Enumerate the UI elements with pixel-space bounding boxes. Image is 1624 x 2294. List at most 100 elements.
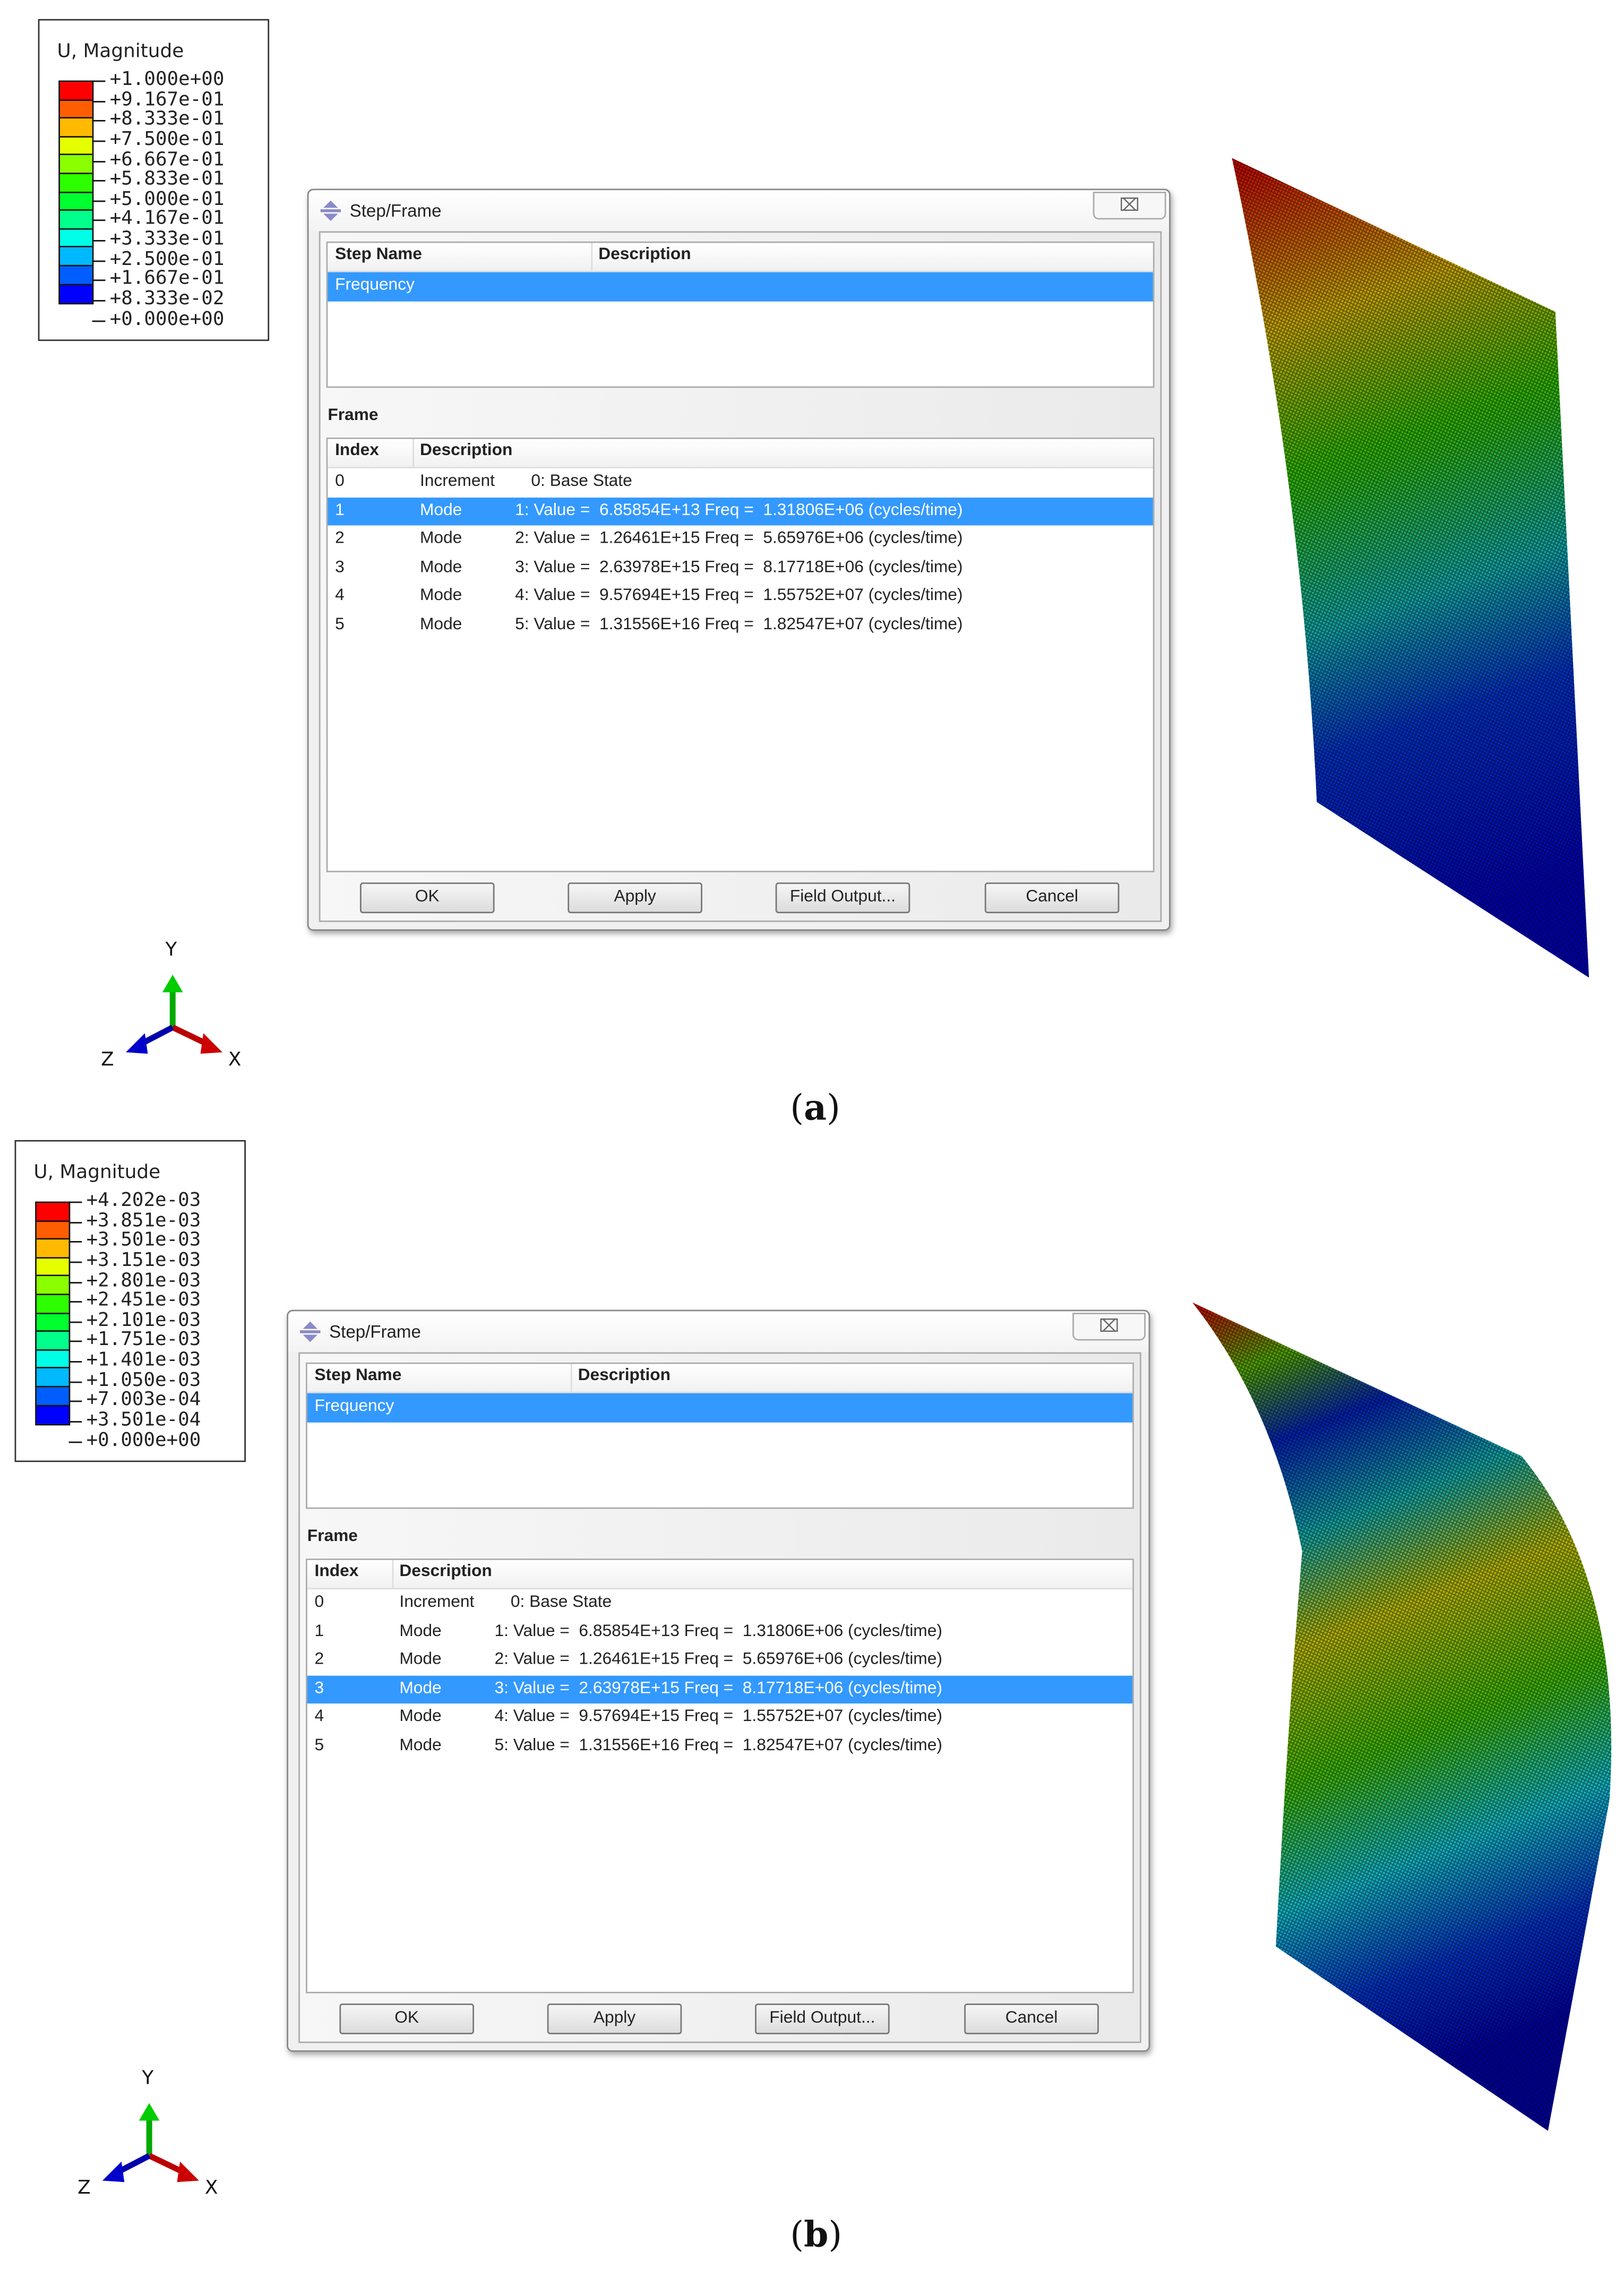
- legend-swatch: [59, 247, 92, 267]
- step-frame-dialog: Step/Frame ⌧ Step Name Description Frequency…: [307, 189, 1171, 931]
- axis-label-z: Z: [101, 1049, 114, 1072]
- axis-label-x: X: [204, 2177, 218, 2200]
- frame-row[interactable]: 0 Increment 0: Base State: [328, 468, 1153, 497]
- cancel-button[interactable]: Cancel: [984, 882, 1120, 913]
- frame-type: Mode: [419, 501, 462, 519]
- frame-description: 5: Value = 1.31556E+16 Freq = 1.82547E+0…: [515, 615, 963, 633]
- axis-label-z: Z: [78, 2177, 91, 2200]
- frame-row[interactable]: 5 Mode 5: Value = 1.31556E+16 Freq = 1.825…: [328, 611, 1153, 640]
- legend-value: +4.202e-03: [68, 1191, 201, 1211]
- frame-description: 2: Value = 1.26461E+15 Freq = 5.65976E+0…: [494, 1650, 942, 1668]
- step-frame-icon: [299, 1321, 321, 1342]
- title-bar[interactable]: Step/Frame ⌧: [288, 1311, 1149, 1353]
- frame-index: 3: [314, 1679, 324, 1697]
- legend-swatch: [36, 1221, 69, 1240]
- frame-row[interactable]: 3 Mode 3: Value = 2.63978E+15 Freq = 8.177…: [307, 1675, 1133, 1704]
- legend-value: +3.501e-03: [68, 1231, 201, 1252]
- legend-value: +6.667e-01: [92, 150, 224, 170]
- legend-swatch: [36, 1277, 69, 1295]
- column-header-step-name[interactable]: Step Name: [315, 1367, 402, 1384]
- mesh-b: [1192, 1302, 1612, 2131]
- caption-b: (b): [790, 2213, 843, 2255]
- frame-description: 2: Value = 1.26461E+15 Freq = 5.65976E+0…: [515, 529, 963, 547]
- legend-color-bar: [35, 1201, 71, 1426]
- legend-value: +0.000e+00: [68, 1431, 201, 1451]
- frame-table-header: Index Description: [307, 1560, 1133, 1590]
- dialog-body: Step Name Description Frequency Frame Index D…: [298, 1352, 1141, 2043]
- frame-description: 4: Value = 9.57694E+15 Freq = 1.55752E+0…: [494, 1708, 942, 1726]
- contour-legend: U, Magnitude +4.202e-03 +3.851e-03 +3.501e…: [14, 1140, 246, 1462]
- field-output-button[interactable]: Field Output...: [775, 882, 910, 913]
- legend-value: +1.401e-03: [68, 1351, 201, 1371]
- legend-labels: +1.000e+00 +9.167e-01 +8.333e-01 +7.500e-01…: [92, 70, 224, 330]
- dialog-title: Step/Frame: [349, 200, 442, 221]
- frame-label: Frame: [307, 1528, 358, 1546]
- frame-index: 3: [335, 558, 345, 576]
- cancel-button[interactable]: Cancel: [964, 2003, 1099, 2034]
- legend-value: +3.851e-03: [68, 1211, 201, 1231]
- legend-swatch: [59, 118, 92, 138]
- frame-row[interactable]: 2 Mode 2: Value = 1.26461E+15 Freq = 5.659…: [307, 1647, 1132, 1675]
- field-output-button[interactable]: Field Output...: [755, 2003, 890, 2034]
- frame-row[interactable]: 5 Mode 5: Value = 1.31556E+16 Freq = 1.825…: [307, 1732, 1132, 1761]
- column-header-step-name[interactable]: Step Name: [335, 246, 422, 263]
- frame-index: 2: [314, 1650, 324, 1668]
- frame-row[interactable]: 3 Mode 3: Value = 2.63978E+15 Freq = 8.177…: [328, 554, 1153, 583]
- column-header-index[interactable]: Index: [335, 442, 379, 459]
- legend-swatch: [36, 1406, 69, 1424]
- frame-row[interactable]: 2 Mode 2: Value = 1.26461E+15 Freq = 5.659…: [328, 525, 1153, 554]
- column-header-description[interactable]: Description: [399, 1563, 492, 1580]
- dialog-body: Step Name Description Frequency Frame Index D…: [319, 231, 1162, 922]
- step-frame-dialog: Step/Frame ⌧ Step Name Description Frequency…: [287, 1309, 1150, 2052]
- frame-index: 5: [314, 1736, 324, 1754]
- close-button[interactable]: ⌧: [1093, 192, 1166, 220]
- frame-description: 3: Value = 2.63978E+15 Freq = 8.17718E+0…: [515, 558, 963, 576]
- axis-label-y: Y: [165, 939, 177, 962]
- apply-button[interactable]: Apply: [568, 882, 702, 913]
- step-table-header: Step Name Description: [307, 1364, 1133, 1393]
- frame-type: Mode: [399, 1679, 442, 1697]
- legend-swatch: [59, 82, 92, 101]
- contour-legend: U, Magnitude +1.000e+00 +9.167e-01 +8.333e…: [38, 19, 270, 341]
- ok-button[interactable]: OK: [339, 2003, 474, 2034]
- step-row[interactable]: Frequency: [328, 272, 1153, 301]
- frame-row[interactable]: 1 Mode 1: Value = 6.85854E+13 Freq = 1.318…: [307, 1618, 1132, 1647]
- apply-button[interactable]: Apply: [547, 2003, 682, 2034]
- frame-row[interactable]: 4 Mode 4: Value = 9.57694E+15 Freq = 1.557…: [307, 1704, 1132, 1732]
- dialog-title: Step/Frame: [329, 1321, 421, 1342]
- column-separator[interactable]: [570, 1364, 572, 1392]
- column-header-description[interactable]: Description: [420, 442, 512, 459]
- legend-swatch: [59, 229, 92, 248]
- column-header-description[interactable]: Description: [598, 246, 691, 263]
- legend-swatch: [59, 174, 92, 193]
- frame-description: 3: Value = 2.63978E+15 Freq = 8.17718E+0…: [494, 1679, 942, 1697]
- frame-index: 4: [314, 1708, 324, 1726]
- legend-swatch: [36, 1332, 69, 1351]
- close-button[interactable]: ⌧: [1072, 1313, 1146, 1341]
- frame-type: Mode: [419, 615, 462, 633]
- frame-type: Mode: [419, 558, 462, 576]
- ok-button[interactable]: OK: [359, 882, 495, 913]
- caption-a: (a): [790, 1085, 840, 1128]
- frame-row[interactable]: 4 Mode 4: Value = 9.57694E+15 Freq = 1.557…: [328, 583, 1153, 611]
- frame-description: 0: Base State: [510, 1594, 612, 1612]
- frame-index: 1: [314, 1622, 324, 1640]
- legend-value: +3.501e-04: [68, 1411, 201, 1431]
- step-name: Frequency: [314, 1397, 394, 1416]
- axis-label-y: Y: [142, 2068, 154, 2090]
- column-separator[interactable]: [392, 1560, 394, 1588]
- column-separator[interactable]: [413, 439, 414, 467]
- frame-type: Mode: [399, 1650, 442, 1668]
- legend-value: +4.167e-01: [92, 210, 224, 230]
- title-bar[interactable]: Step/Frame ⌧: [308, 190, 1170, 232]
- legend-swatch: [59, 285, 92, 303]
- frame-row[interactable]: 1 Mode 1: Value = 6.85854E+13 Freq = 1.318…: [328, 497, 1153, 526]
- legend-swatch: [59, 100, 92, 119]
- column-separator[interactable]: [591, 243, 593, 271]
- column-header-index[interactable]: Index: [315, 1563, 359, 1580]
- frame-index: 5: [335, 615, 345, 633]
- column-header-description[interactable]: Description: [578, 1367, 671, 1384]
- frame-row[interactable]: 0 Increment 0: Base State: [307, 1589, 1132, 1618]
- legend-title: U, Magnitude: [57, 41, 184, 63]
- step-row[interactable]: Frequency: [307, 1393, 1133, 1422]
